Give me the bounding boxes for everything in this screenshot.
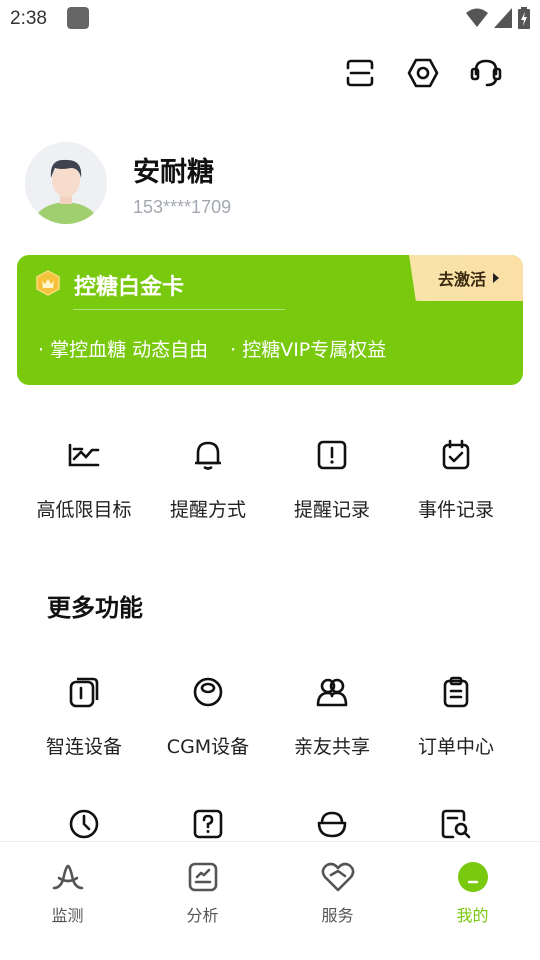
quick-action-threshold[interactable]: 高低限目标 — [22, 438, 146, 522]
more-features-row-2 — [0, 807, 540, 841]
threshold-icon — [68, 443, 100, 467]
battery-icon — [518, 7, 530, 29]
nav-tab-analysis[interactable]: 分析 — [135, 842, 270, 960]
user-phone: 153****1709 — [133, 197, 232, 217]
quick-action-event-records[interactable]: 事件记录 — [394, 438, 518, 522]
activate-label: 去激活 — [437, 270, 486, 289]
more-feature-order-center[interactable]: 订单中心 — [394, 675, 518, 759]
more-feature-family-share[interactable]: 亲友共享 — [270, 675, 394, 759]
nav-label: 分析 — [186, 906, 219, 925]
status-indicators — [466, 7, 530, 29]
nav-label: 监测 — [51, 906, 84, 925]
nav-tab-mine[interactable]: 我的 — [405, 842, 540, 960]
smart-device-icon — [69, 677, 99, 708]
vip-benefit-item: · 掌控血糖 动态自由 — [38, 339, 209, 361]
notification-app-icon — [67, 7, 89, 29]
more-features-title: 更多功能 — [47, 594, 143, 622]
quick-action-reminder-method[interactable]: 提醒方式 — [146, 438, 270, 522]
cgm-device-icon — [193, 677, 223, 707]
vip-benefit-item: · 控糖VIP专属权益 — [230, 339, 387, 361]
scan-icon — [346, 59, 374, 87]
status-bar: 2:38 — [0, 0, 540, 38]
wifi-icon — [466, 8, 488, 27]
caret-right-icon — [493, 273, 499, 283]
clipboard-icon — [443, 676, 469, 708]
avatar[interactable] — [25, 142, 107, 224]
more-feature-food[interactable] — [270, 807, 394, 841]
scan-button[interactable] — [344, 57, 376, 89]
top-actions — [344, 57, 502, 89]
analysis-icon — [188, 862, 217, 892]
quick-action-label: 提醒记录 — [293, 499, 370, 521]
profile-icon — [457, 862, 488, 892]
more-feature-smart-device[interactable]: 智连设备 — [22, 675, 146, 759]
nav-label: 服务 — [321, 906, 354, 925]
search-report-icon — [441, 809, 471, 839]
more-feature-report[interactable] — [394, 807, 518, 841]
alert-record-icon — [317, 440, 347, 470]
quick-action-label: 提醒方式 — [169, 499, 246, 521]
settings-icon — [407, 58, 439, 88]
bottom-nav: 监测 分析 服务 我的 — [0, 841, 540, 960]
help-icon — [193, 809, 223, 839]
family-share-icon — [316, 678, 348, 707]
more-feature-cgm-device[interactable]: CGM设备 — [146, 675, 270, 759]
bell-icon — [195, 441, 221, 470]
customer-service-button[interactable] — [470, 57, 502, 89]
user-name: 安耐糖 — [133, 157, 214, 188]
food-bowl-icon — [317, 811, 347, 838]
more-features-grid: 智连设备 CGM设备 亲友共享 订单中心 — [0, 675, 540, 759]
vip-divider — [73, 309, 285, 310]
quick-action-label: 事件记录 — [417, 499, 494, 521]
calendar-check-icon — [442, 439, 470, 470]
nav-tab-monitor[interactable]: 监测 — [0, 842, 135, 960]
status-time: 2:38 — [10, 8, 47, 29]
service-icon — [321, 862, 354, 892]
more-feature-label: 亲友共享 — [293, 736, 370, 758]
vip-card-title: 控糖白金卡 — [74, 275, 185, 300]
vip-benefits: · 掌控血糖 动态自由 · 控糖VIP专属权益 — [38, 335, 386, 362]
activate-button[interactable]: 去激活 — [409, 255, 523, 301]
headset-icon — [470, 59, 502, 87]
more-feature-label: 智连设备 — [45, 736, 122, 758]
more-feature-clock[interactable] — [22, 807, 146, 841]
more-feature-label: CGM设备 — [166, 736, 250, 758]
settings-button[interactable] — [407, 57, 439, 89]
clock-icon — [69, 809, 99, 839]
vip-badge-icon — [36, 270, 60, 296]
signal-icon — [494, 8, 512, 28]
quick-action-label: 高低限目标 — [36, 499, 132, 521]
quick-action-reminder-records[interactable]: 提醒记录 — [270, 438, 394, 522]
nav-label: 我的 — [456, 906, 489, 925]
user-avatar-image — [25, 142, 107, 224]
more-feature-label: 订单中心 — [417, 736, 494, 758]
monitor-icon — [52, 864, 83, 890]
quick-actions: 高低限目标 提醒方式 提醒记录 事件记录 — [0, 438, 540, 522]
vip-card[interactable]: 控糖白金卡 · 掌控血糖 动态自由 · 控糖VIP专属权益 去激活 — [17, 255, 523, 385]
nav-tab-service[interactable]: 服务 — [270, 842, 405, 960]
more-feature-help[interactable] — [146, 807, 270, 841]
